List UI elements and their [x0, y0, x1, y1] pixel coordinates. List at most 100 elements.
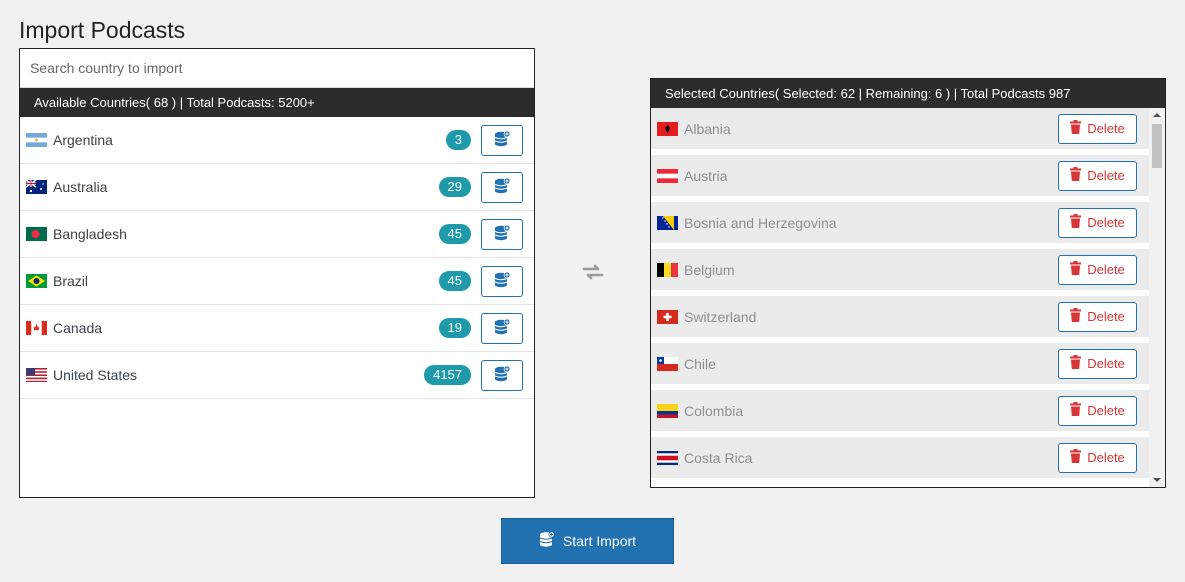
add-country-button[interactable]: [481, 265, 523, 297]
country-name: Chile: [684, 355, 716, 372]
argentina-flag-icon: [26, 133, 47, 147]
austria-flag-icon: [657, 168, 678, 183]
australia-flag-icon: [26, 180, 47, 194]
costa-rica-flag-icon: [657, 450, 678, 465]
trash-icon: [1070, 261, 1082, 278]
selected-list[interactable]: Albania Delete Austria Delete Bosnia and…: [651, 108, 1165, 478]
available-item: Canada 19: [20, 305, 534, 352]
canada-flag-icon: [26, 321, 47, 335]
database-add-icon: [493, 130, 511, 151]
trash-icon: [1070, 355, 1082, 372]
bosnia-flag-icon: [657, 215, 678, 230]
count-badge: 45: [438, 224, 471, 244]
count-badge: 45: [438, 271, 471, 291]
country-name: Brazil: [53, 273, 89, 289]
selected-header: Selected Countries( Selected: 62 | Remai…: [651, 79, 1165, 108]
delete-label: Delete: [1087, 356, 1125, 371]
trash-icon: [1070, 167, 1082, 184]
trash-icon: [1070, 449, 1082, 466]
page-title: Import Podcasts: [19, 17, 186, 43]
add-country-button[interactable]: [481, 124, 523, 156]
count-badge: 19: [438, 318, 471, 338]
count-badge: 29: [438, 177, 471, 197]
delete-label: Delete: [1087, 450, 1125, 465]
trash-icon: [1070, 308, 1082, 325]
available-item: Argentina 3: [20, 117, 534, 164]
delete-label: Delete: [1087, 262, 1125, 277]
scroll-up-arrow-icon[interactable]: [1153, 113, 1161, 117]
available-item: United States 4157: [20, 352, 534, 399]
trash-icon: [1070, 120, 1082, 137]
delete-button[interactable]: Delete: [1058, 113, 1137, 144]
selected-item: Bosnia and Herzegovina Delete: [651, 202, 1149, 243]
start-import-button[interactable]: Start Import: [501, 518, 674, 564]
selected-item: Colombia Delete: [651, 390, 1149, 431]
available-countries-panel: Available Countries( 68 ) | Total Podcas…: [19, 48, 535, 498]
add-country-button[interactable]: [481, 218, 523, 250]
selected-item: Belgium Delete: [651, 249, 1149, 290]
chile-flag-icon: [657, 356, 678, 371]
country-name: Bangladesh: [53, 226, 127, 242]
selected-countries-panel: Selected Countries( Selected: 62 | Remai…: [650, 78, 1166, 488]
delete-button[interactable]: Delete: [1058, 395, 1137, 426]
add-country-button[interactable]: [481, 359, 523, 391]
count-badge: 3: [445, 130, 471, 150]
delete-button[interactable]: Delete: [1058, 442, 1137, 473]
delete-label: Delete: [1087, 215, 1125, 230]
delete-button[interactable]: Delete: [1058, 207, 1137, 238]
search-input[interactable]: [20, 49, 534, 88]
delete-button[interactable]: Delete: [1058, 301, 1137, 332]
trash-icon: [1070, 402, 1082, 419]
switzerland-flag-icon: [657, 309, 678, 324]
country-name: Argentina: [53, 132, 113, 148]
selected-item: Costa Rica Delete: [651, 437, 1149, 478]
database-add-icon: [493, 177, 511, 198]
add-country-button[interactable]: [481, 171, 523, 203]
country-name: United States: [53, 367, 138, 383]
delete-label: Delete: [1087, 168, 1125, 183]
delete-button[interactable]: Delete: [1058, 160, 1137, 191]
country-name: Switzerland: [684, 308, 757, 325]
available-header: Available Countries( 68 ) | Total Podcas…: [20, 88, 534, 117]
available-item: Australia 29: [20, 164, 534, 211]
database-add-icon: [493, 224, 511, 245]
scroll-down-arrow-icon[interactable]: [1153, 478, 1161, 482]
country-name: Colombia: [684, 402, 744, 419]
available-item: Bangladesh 45: [20, 211, 534, 258]
country-name: Bosnia and Herzegovina: [684, 214, 837, 231]
scroll-thumb[interactable]: [1152, 124, 1162, 168]
trash-icon: [1070, 214, 1082, 231]
delete-label: Delete: [1087, 309, 1125, 324]
selected-item: Austria Delete: [651, 155, 1149, 196]
united-states-flag-icon: [26, 368, 47, 382]
delete-label: Delete: [1087, 403, 1125, 418]
country-name: Albania: [684, 120, 731, 137]
selected-item: Chile Delete: [651, 343, 1149, 384]
start-import-label: Start Import: [562, 533, 637, 549]
selected-item: Albania Delete: [651, 108, 1149, 149]
belgium-flag-icon: [657, 262, 678, 277]
available-list: Argentina 3 Australia 29 Bangladesh 45 B…: [20, 117, 534, 399]
database-icon: [539, 531, 555, 551]
bangladesh-flag-icon: [26, 227, 47, 241]
country-name: Australia: [53, 179, 108, 195]
available-item: Brazil 45: [20, 258, 534, 305]
scrollbar[interactable]: [1149, 108, 1165, 487]
add-country-button[interactable]: [481, 312, 523, 344]
country-name: Belgium: [684, 261, 735, 278]
albania-flag-icon: [657, 121, 678, 136]
brazil-flag-icon: [26, 274, 47, 288]
delete-button[interactable]: Delete: [1058, 348, 1137, 379]
country-name: Costa Rica: [684, 449, 753, 466]
colombia-flag-icon: [657, 403, 678, 418]
database-add-icon: [493, 318, 511, 339]
database-add-icon: [493, 271, 511, 292]
selected-item: Switzerland Delete: [651, 296, 1149, 337]
country-name: Austria: [684, 167, 728, 184]
delete-button[interactable]: Delete: [1058, 254, 1137, 285]
swap-arrows-icon: [581, 262, 605, 282]
database-add-icon: [493, 365, 511, 386]
count-badge: 4157: [424, 365, 471, 385]
delete-label: Delete: [1087, 121, 1125, 136]
country-name: Canada: [53, 320, 103, 336]
